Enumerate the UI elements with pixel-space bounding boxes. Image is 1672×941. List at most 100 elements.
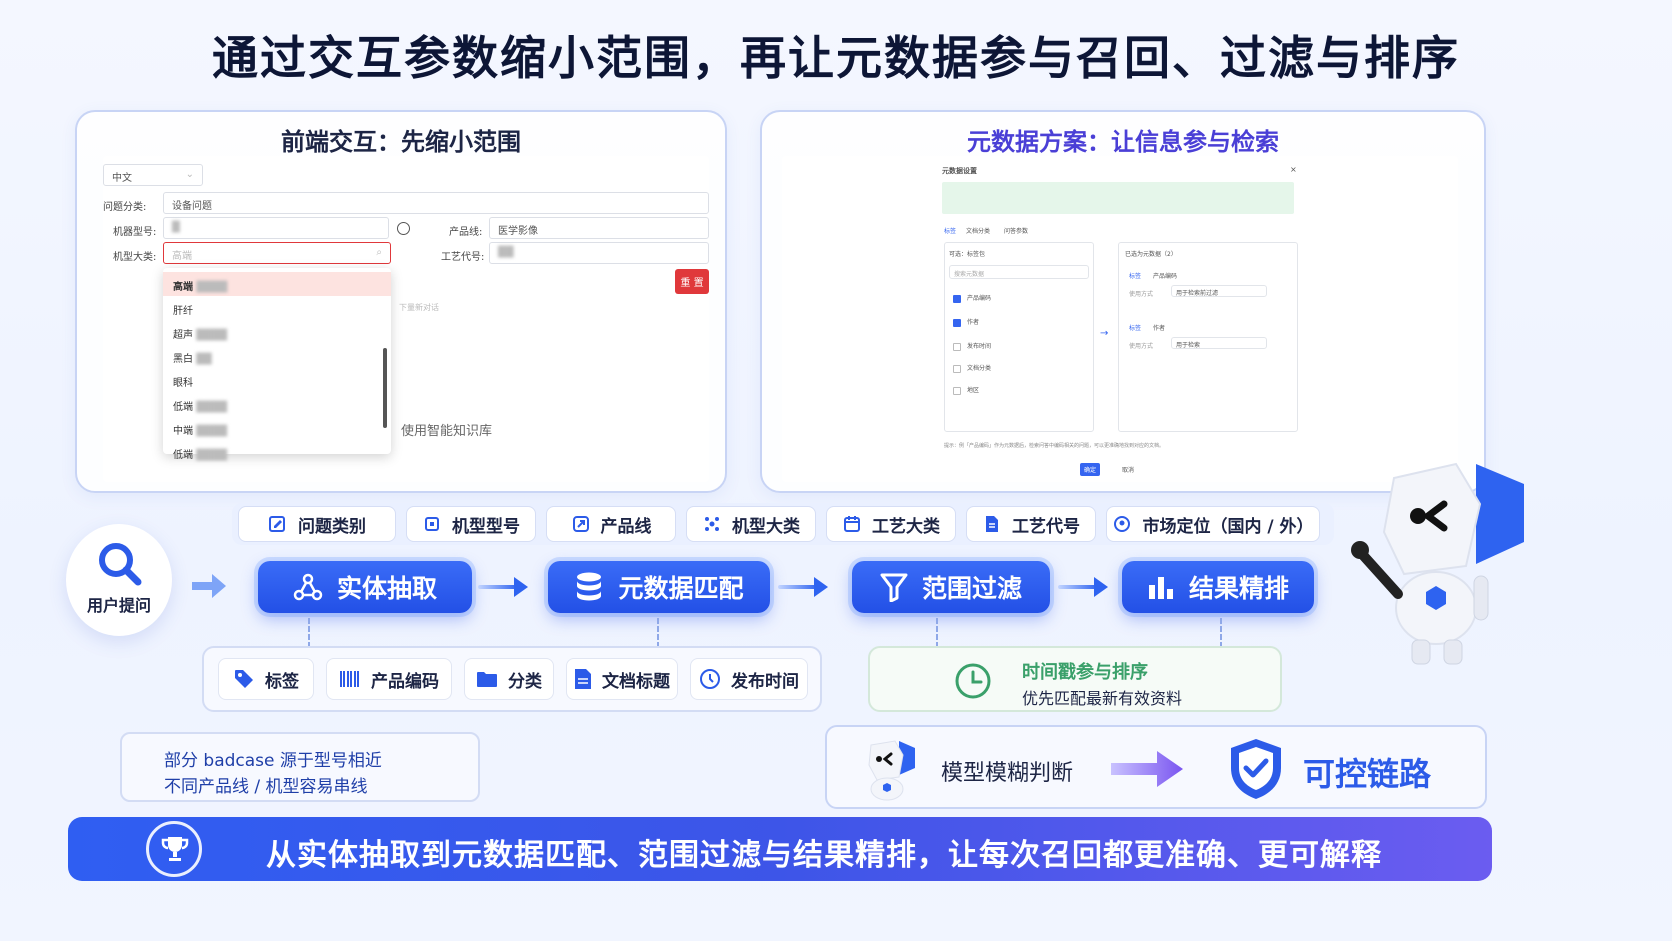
user-query-node: 用户提问 — [66, 524, 172, 636]
tab-doc-category[interactable]: 文档分类 — [966, 226, 990, 235]
funnel-icon — [880, 573, 908, 602]
confirm-button[interactable]: 确定 — [1080, 463, 1101, 476]
usage-select[interactable]: 用于检索前过滤 — [1171, 285, 1267, 297]
usage-select[interactable]: 用于检索 — [1171, 337, 1267, 349]
category-select[interactable]: 设备问题 — [163, 192, 709, 214]
model-value-blurred: █ — [172, 222, 180, 233]
dropdown-scrollbar[interactable] — [383, 348, 387, 428]
model-label: 机器型号: — [113, 227, 157, 238]
bottom-banner-text: 从实体抽取到元数据匹配、范围过滤与结果精排，让每次召回都更准确、更可解释 — [266, 838, 1382, 873]
controllable-pipeline-text: 可控链路 — [1303, 755, 1432, 793]
arrow-head-icon — [814, 577, 828, 597]
option-publish-time[interactable]: 发布时间 — [953, 341, 991, 351]
model-select[interactable]: █ — [163, 217, 389, 239]
params-row: 问题类别 机型型号 产品线 机型大类 工艺大类 工艺代号 市场定位（国内 / 外… — [238, 506, 1330, 542]
metadata-search-input[interactable]: 搜索元数据 — [949, 265, 1089, 279]
step-result-reranking: 结果精排 — [1122, 561, 1314, 613]
checkbox[interactable] — [953, 318, 961, 327]
param-product-line: 产品线 — [546, 506, 676, 542]
clock-icon — [955, 663, 991, 699]
available-metadata-list: 可选：标签包 搜索元数据 产品编码 作者 发布时间 文档分类 地区 — [944, 242, 1094, 432]
tab-qa-params[interactable]: 问答参数 — [1004, 226, 1028, 235]
arrow-right-icon — [192, 574, 226, 598]
tab-tags[interactable]: 标签 — [944, 226, 956, 235]
calendar-icon — [844, 516, 860, 532]
metadata-scheme-panel: 元数据方案：让信息参与检索 元数据设置 × 标签 文档分类 问答参数 可选：标签… — [760, 110, 1486, 493]
edit-doc-icon — [269, 516, 285, 532]
search-icon: ⌕ — [376, 247, 382, 258]
dropdown-option[interactable]: 眼科 — [163, 368, 391, 392]
product-line-select[interactable]: 医学影像 — [489, 217, 709, 239]
option-doc-category[interactable]: 文档分类 — [953, 363, 991, 373]
field-category: 分类 — [464, 658, 554, 700]
param-model-type: 机型型号 — [406, 506, 536, 542]
trophy-badge — [146, 821, 202, 877]
craft-code-select[interactable]: ██ — [489, 242, 709, 264]
param-craft-category: 工艺大类 — [826, 506, 956, 542]
param-craft-code: 工艺代号 — [966, 506, 1096, 542]
dropdown-option[interactable]: 超声 ████ — [163, 320, 391, 344]
field-publish-time: 发布时间 — [690, 658, 808, 700]
dropdown-option[interactable]: 中端 ████ — [163, 416, 391, 440]
field-product-code: 产品编码 — [326, 658, 452, 700]
dashed-connector — [308, 618, 310, 648]
major-category-placeholder: 高端 — [172, 251, 192, 262]
chevron-down-icon: ⌄ — [185, 169, 194, 180]
footer-note: 提示：例「产品编码」作为元数据后，检索问答中编码相关的问题，可以更准确地找到对应… — [944, 443, 1165, 449]
new-dialog-hint: 下量新对话 — [399, 303, 439, 312]
option-product-code[interactable]: 产品编码 — [953, 293, 991, 303]
option-author[interactable]: 作者 — [953, 317, 979, 327]
major-category-dropdown: 高端 ████ 肝纤 超声 ████ 黑白 ██ 眼科 低端 ████ 中端 █… — [163, 268, 391, 461]
dashed-connector — [657, 618, 659, 648]
trophy-icon — [161, 837, 189, 861]
checkbox[interactable] — [953, 386, 961, 395]
checkbox[interactable] — [953, 342, 961, 351]
dropdown-option[interactable]: 肝纤 — [163, 296, 391, 320]
user-query-label: 用户提问 — [86, 596, 151, 615]
dropdown-option[interactable]: 低端 ████ — [163, 440, 391, 464]
selected-metadata-list: 已选为元数据（2） 标签 产品编码 使用方式 用于检索前过滤 标签 作者 使用方… — [1118, 242, 1298, 432]
cancel-button[interactable]: 取消 — [1122, 465, 1134, 474]
option-region[interactable]: 地区 — [953, 385, 979, 395]
param-market-position: 市场定位（国内 / 外） — [1106, 506, 1320, 542]
selected-header: 已选为元数据（2） — [1125, 251, 1177, 258]
dropdown-option[interactable]: 黑白 ██ — [163, 344, 391, 368]
language-select[interactable]: 中文 ⌄ — [103, 164, 203, 186]
major-category-input[interactable]: 高端 ⌕ — [163, 242, 391, 264]
location-target-icon — [1114, 516, 1131, 532]
barcode-icon — [340, 671, 359, 687]
dropdown-option[interactable]: 高端 ████ — [163, 272, 391, 296]
clear-circle-icon[interactable] — [397, 222, 410, 235]
box-arrow-icon — [572, 516, 589, 532]
category-value: 设备问题 — [172, 201, 212, 212]
robot-mascot-icon — [1351, 462, 1524, 665]
left-panel-title: 前端交互：先缩小范围 — [281, 128, 521, 156]
robot-small-icon — [868, 740, 915, 801]
category-label: 问题分类: — [103, 202, 147, 213]
document-icon — [986, 516, 998, 532]
close-icon[interactable]: × — [1290, 165, 1297, 174]
network-nodes-icon — [293, 573, 323, 601]
clock-icon — [700, 669, 720, 689]
flow-connector — [1058, 585, 1098, 589]
checkbox[interactable] — [953, 294, 961, 303]
reset-button[interactable]: 重 置 — [675, 269, 709, 294]
usage-label: 使用方式 — [1129, 343, 1154, 350]
product-line-value: 医学影像 — [498, 226, 538, 237]
frontend-interaction-panel: 前端交互：先缩小范围 中文 ⌄ 问题分类: 设备问题 机器型号: █ 产品线: … — [75, 110, 727, 493]
step-scope-filtering: 范围过滤 — [852, 561, 1050, 613]
database-icon — [577, 572, 602, 601]
param-question-category: 问题类别 — [238, 506, 396, 542]
usage-label: 使用方式 — [1129, 291, 1154, 298]
field-tag: 标签 — [218, 658, 314, 700]
timestamp-subtitle: 优先匹配最新有效资料 — [1022, 689, 1183, 708]
checkbox[interactable] — [953, 364, 961, 373]
timestamp-ranking-card: 时间戳参与排序 优先匹配最新有效资料 — [868, 646, 1282, 712]
dots-grid-icon — [705, 517, 719, 531]
page-title: 通过交互参数缩小范围，再让元数据参与召回、过滤与排序 — [212, 31, 1460, 85]
tag-icon — [235, 670, 253, 688]
dialog-title: 元数据设置 — [942, 167, 977, 175]
dropdown-option[interactable]: 低端 ████ — [163, 392, 391, 416]
craft-code-value-blurred: ██ — [498, 247, 514, 258]
search-icon — [99, 543, 142, 586]
